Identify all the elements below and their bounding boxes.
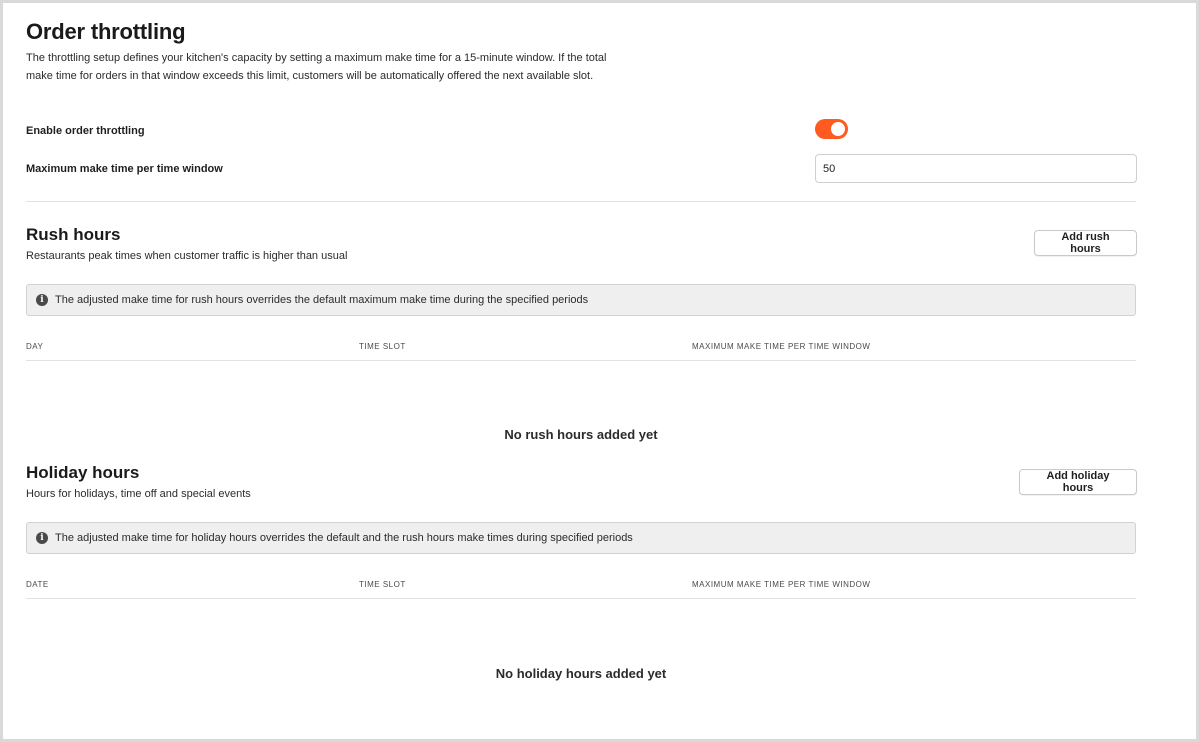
rush-hours-empty-state: No rush hours added yet xyxy=(504,427,658,442)
rush-hours-title: Rush hours xyxy=(26,225,121,244)
page-title: Order throttling xyxy=(26,19,186,44)
info-icon: i xyxy=(36,532,48,544)
holiday-hours-info-text: The adjusted make time for holiday hours… xyxy=(55,532,633,544)
page-description: The throttling setup defines your kitche… xyxy=(26,52,607,82)
toggle-knob xyxy=(831,122,845,136)
max-make-time-input[interactable] xyxy=(815,154,1137,183)
rush-hours-subtitle: Restaurants peak times when customer tra… xyxy=(26,250,348,262)
column-header-max-make-time: MAXIMUM MAKE TIME PER TIME WINDOW xyxy=(692,580,871,589)
enable-throttling-toggle[interactable] xyxy=(815,119,848,139)
column-header-time-slot: TIME SLOT xyxy=(359,580,406,589)
column-header-time-slot: TIME SLOT xyxy=(359,342,406,351)
holiday-hours-info-banner: i The adjusted make time for holiday hou… xyxy=(26,522,1136,554)
column-header-day: DAY xyxy=(26,342,44,351)
info-icon: i xyxy=(36,294,48,306)
enable-throttling-label: Enable order throttling xyxy=(26,125,145,137)
max-make-time-label: Maximum make time per time window xyxy=(26,163,223,175)
holiday-hours-title: Holiday hours xyxy=(26,463,140,482)
rush-hours-info-text: The adjusted make time for rush hours ov… xyxy=(55,294,589,306)
settings-panel: Order throttling The throttling setup de… xyxy=(0,0,1199,742)
column-header-max-make-time: MAXIMUM MAKE TIME PER TIME WINDOW xyxy=(692,342,871,351)
add-rush-hours-button[interactable]: Add rush hours xyxy=(1034,230,1137,256)
holiday-hours-empty-state: No holiday hours added yet xyxy=(495,666,667,681)
table-header-divider xyxy=(26,598,1136,599)
section-divider xyxy=(26,201,1136,202)
holiday-hours-subtitle: Hours for holidays, time off and special… xyxy=(26,488,251,500)
column-header-date: DATE xyxy=(26,580,49,589)
table-header-divider xyxy=(26,360,1136,361)
rush-hours-info-banner: i The adjusted make time for rush hours … xyxy=(26,284,1136,316)
add-holiday-hours-button[interactable]: Add holiday hours xyxy=(1019,469,1137,495)
